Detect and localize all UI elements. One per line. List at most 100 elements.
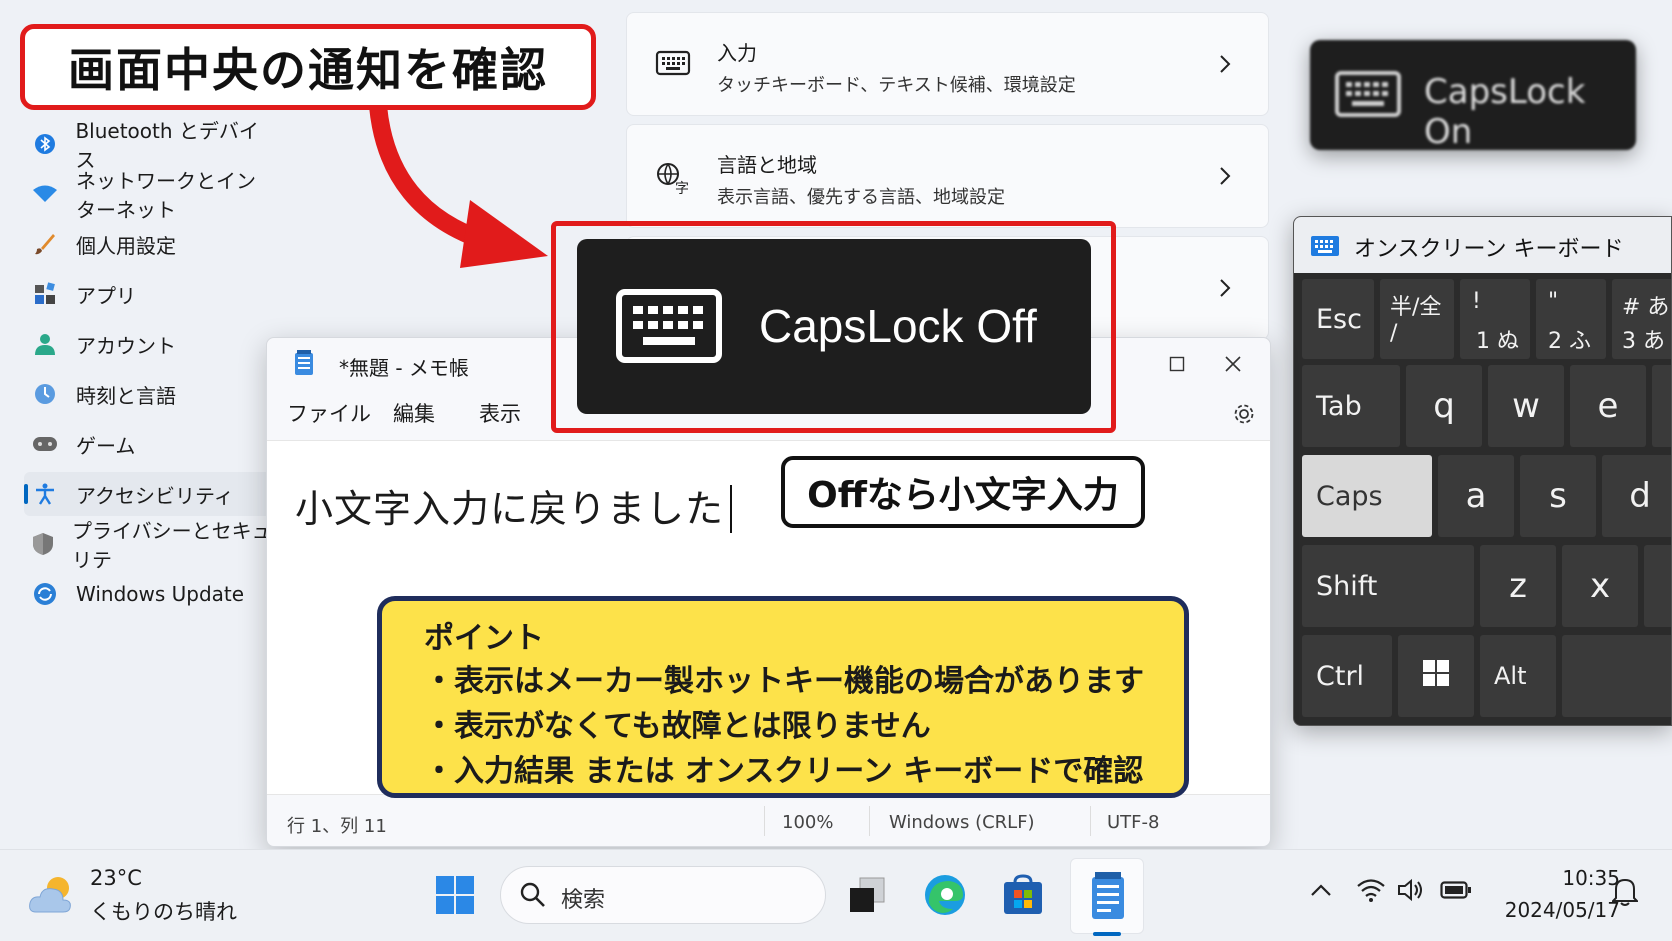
sidebar-item-time-language[interactable]: 時刻と言語 (24, 372, 274, 416)
sidebar-item-label: アカウント (76, 333, 176, 358)
sidebar-item-accessibility[interactable]: アクセシビリティ (24, 472, 274, 516)
bluetooth-icon (32, 131, 57, 157)
sidebar-item-label: 時刻と言語 (76, 383, 176, 408)
key-z[interactable]: z (1480, 545, 1556, 627)
sidebar-item-personalization[interactable]: 個人用設定 (24, 222, 274, 266)
key-label: 2 ふ (1548, 329, 1591, 354)
point-line: ・入力結果 または オンスクリーン キーボードで確認 (424, 754, 1144, 789)
accessibility-icon (32, 481, 58, 507)
key-label: # あ (1622, 295, 1670, 320)
status-divider (764, 806, 765, 836)
point-line: ・表示がなくても故障とは限りません (424, 709, 931, 744)
sidebar-item-privacy[interactable]: プライバシーとセキュリテ (24, 519, 274, 572)
menu-view[interactable]: 表示 (479, 398, 521, 428)
callout-off-lowercase: Offなら小文字入力 (781, 456, 1145, 528)
key-e[interactable]: e (1570, 365, 1646, 447)
key-d[interactable]: d (1602, 455, 1671, 537)
volume-icon[interactable] (1396, 878, 1424, 906)
taskbar: 23°C くもりのち晴れ 検索 10:35 2024/05/17 (0, 849, 1672, 941)
search-icon (519, 881, 547, 913)
chevron-up-icon[interactable] (1310, 882, 1332, 902)
key-label: Ctrl (1316, 660, 1365, 692)
keyboard-icon (1334, 70, 1402, 122)
key-ctrl[interactable]: Ctrl (1302, 635, 1392, 717)
key-hankaku[interactable]: 半/全 / (1380, 279, 1454, 359)
gamepad-icon (32, 431, 58, 457)
osk-titlebar[interactable]: オンスクリーン キーボード (1294, 217, 1671, 273)
status-zoom: 100% (782, 812, 834, 833)
card-subtitle: タッチキーボード、テキスト候補、環境設定 (717, 75, 1076, 96)
key-label: 3 あ (1622, 329, 1665, 354)
settings-card-input[interactable]: 入力 タッチキーボード、テキスト候補、環境設定 (626, 12, 1269, 116)
wifi-icon[interactable] (1356, 878, 1386, 906)
weather-cloud-sun-icon[interactable] (28, 872, 78, 920)
toast-text: CapsLock On (1424, 72, 1586, 152)
task-view-icon[interactable] (842, 870, 892, 920)
key-caps[interactable]: Caps (1302, 455, 1432, 537)
key-2[interactable]: " 2 ふ (1536, 279, 1606, 359)
key-3[interactable]: # あ 3 あ (1612, 279, 1671, 359)
callout-check-notification: 画面中央の通知を確認 (20, 24, 596, 110)
editor-text: 小文字入力に戻りました (295, 485, 733, 533)
sidebar-item-label: 個人用設定 (76, 233, 176, 258)
menu-edit[interactable]: 編集 (393, 398, 435, 428)
key-a[interactable]: a (1438, 455, 1514, 537)
taskbar-notepad-active[interactable] (1070, 858, 1144, 934)
clock-globe-icon (32, 381, 58, 407)
settings-card-language[interactable]: 字 言語と地域 表示言語、優先する言語、地域設定 (626, 124, 1269, 228)
sidebar-item-accounts[interactable]: アカウント (24, 322, 274, 366)
close-button[interactable] (1208, 344, 1258, 384)
status-encoding: UTF-8 (1107, 812, 1160, 833)
settings-sidebar: Bluetooth とデバイス ネットワークとインターネット 個人用設定 アプリ… (0, 0, 274, 850)
key-1[interactable]: ! 1 ぬ (1460, 279, 1530, 359)
start-button[interactable] (430, 870, 480, 920)
key-r-partial[interactable] (1652, 365, 1671, 447)
key-esc[interactable]: Esc (1302, 279, 1374, 359)
sidebar-item-label: ネットワークとインターネット (76, 169, 256, 222)
capslock-on-toast: CapsLock On (1310, 40, 1636, 152)
chevron-right-icon (1218, 53, 1238, 77)
brush-icon (32, 231, 58, 257)
key-c-partial[interactable] (1644, 545, 1671, 627)
sidebar-item-windows-update[interactable]: Windows Update (24, 572, 274, 616)
key-q[interactable]: q (1406, 365, 1482, 447)
weather-temperature[interactable]: 23°C (90, 866, 142, 890)
point-line: ・表示はメーカー製ホットキー機能の場合があります (424, 664, 1144, 699)
sidebar-item-apps[interactable]: アプリ (24, 272, 274, 316)
gear-icon[interactable] (1232, 402, 1256, 430)
key-label: / (1390, 321, 1398, 346)
key-shift[interactable]: Shift (1302, 545, 1474, 627)
key-tab[interactable]: Tab (1302, 365, 1400, 447)
status-position: 行 1、列 11 (287, 816, 387, 837)
notification-bell-icon[interactable] (1610, 876, 1640, 910)
sidebar-item-network[interactable]: ネットワークとインターネット (24, 169, 274, 222)
key-label: ! (1472, 289, 1481, 314)
update-icon (32, 581, 58, 607)
shield-icon (32, 531, 54, 557)
key-s[interactable]: s (1520, 455, 1596, 537)
key-label: a (1465, 476, 1487, 516)
key-label: " (1548, 289, 1559, 314)
taskbar-search[interactable]: 検索 (500, 866, 826, 924)
key-space-partial[interactable] (1562, 635, 1671, 717)
maximize-button[interactable] (1152, 344, 1202, 384)
menu-file[interactable]: ファイル (287, 398, 371, 428)
key-w[interactable]: w (1488, 365, 1564, 447)
key-windows[interactable] (1398, 635, 1474, 717)
sidebar-item-bluetooth[interactable]: Bluetooth とデバイス (24, 119, 274, 172)
notepad-app-icon (1089, 871, 1127, 925)
key-alt[interactable]: Alt (1480, 635, 1556, 717)
store-icon[interactable] (998, 870, 1048, 920)
on-screen-keyboard[interactable]: オンスクリーン キーボード Esc 半/全 / ! 1 ぬ " 2 ふ # あ … (1293, 216, 1672, 726)
clock-time[interactable]: 10:35 (1540, 866, 1620, 890)
sidebar-item-gaming[interactable]: ゲーム (24, 422, 274, 466)
battery-icon[interactable] (1440, 880, 1472, 904)
edge-browser-icon[interactable] (920, 870, 970, 920)
key-x[interactable]: x (1562, 545, 1638, 627)
clock-date[interactable]: 2024/05/17 (1490, 898, 1620, 922)
keyboard-icon (1310, 235, 1340, 261)
active-indicator (1093, 932, 1121, 936)
sidebar-item-label: アプリ (76, 283, 136, 308)
window-title: *無題 - メモ帳 (339, 356, 469, 380)
weather-description[interactable]: くもりのち晴れ (90, 896, 237, 926)
